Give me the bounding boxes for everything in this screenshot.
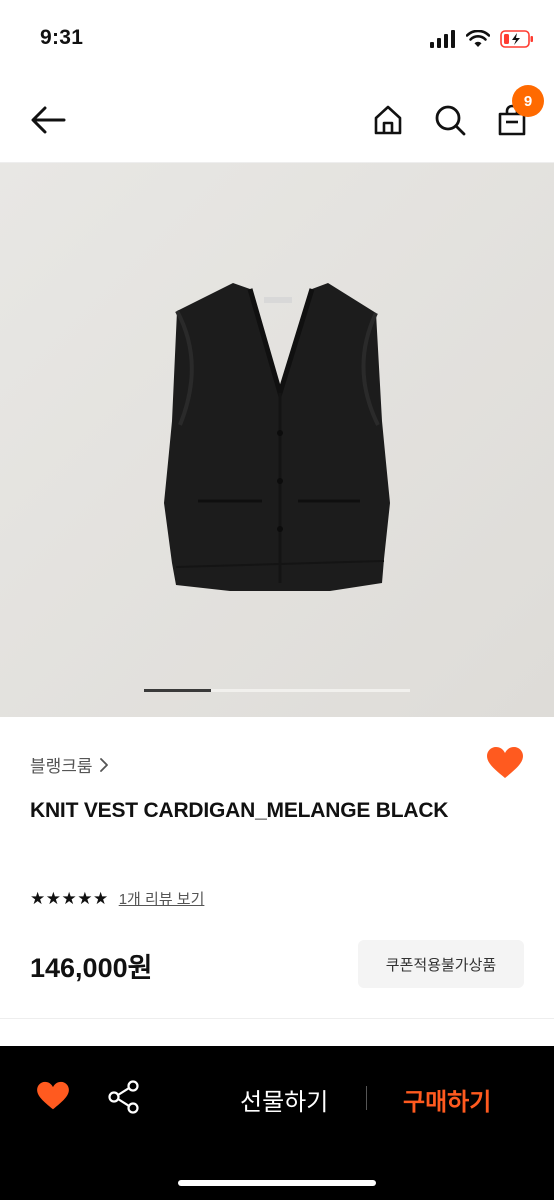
home-button[interactable]: [366, 98, 410, 142]
arrow-left-icon: [31, 106, 66, 134]
carousel-pager-active: [144, 689, 211, 692]
back-button[interactable]: [26, 98, 70, 142]
rating-row: ★★★★★ 1개 리뷰 보기: [30, 888, 204, 909]
wifi-icon: [466, 30, 490, 47]
brand-link[interactable]: 블랭크룸: [30, 752, 109, 777]
bottom-wishlist-button[interactable]: [36, 1081, 70, 1116]
cart-count-badge: 9: [512, 85, 544, 117]
product-price: 146,000원: [30, 953, 153, 983]
product-title: KNIT VEST CARDIGAN_MELANGE BLACK: [30, 799, 449, 822]
heart-icon: [487, 747, 523, 778]
coupon-note: 쿠폰적용불가상품: [385, 956, 497, 974]
coupon-unavailable-tag: 쿠폰적용불가상품: [358, 940, 524, 988]
brand-name: 블랭크룸: [30, 757, 93, 776]
heart-icon: [37, 1081, 69, 1110]
search-button[interactable]: [428, 98, 472, 142]
status-bar: 9:31: [0, 0, 554, 80]
signal-icon: [430, 30, 455, 48]
gift-button[interactable]: 선물하기: [240, 1082, 328, 1117]
review-link[interactable]: 1개 리뷰 보기: [119, 888, 205, 909]
nav-bar: [0, 80, 554, 163]
bottom-action-bar: [0, 1046, 554, 1200]
product-image-carousel[interactable]: [0, 163, 554, 717]
battery-low-icon: [500, 30, 533, 48]
wishlist-button[interactable]: [486, 746, 524, 785]
status-time: 9:31: [40, 26, 84, 49]
carousel-pager: [144, 689, 410, 692]
section-divider: [0, 1018, 554, 1019]
chevron-right-icon: [99, 757, 108, 772]
product-image: [0, 163, 554, 717]
status-icons: [430, 30, 534, 48]
rating-stars: ★★★★★: [30, 888, 109, 908]
share-button[interactable]: [108, 1080, 140, 1119]
home-icon: [374, 105, 402, 135]
home-indicator: [178, 1180, 376, 1186]
action-separator: [366, 1086, 367, 1110]
buy-button[interactable]: 구매하기: [403, 1082, 491, 1117]
search-icon: [435, 105, 466, 136]
share-icon: [108, 1080, 139, 1114]
